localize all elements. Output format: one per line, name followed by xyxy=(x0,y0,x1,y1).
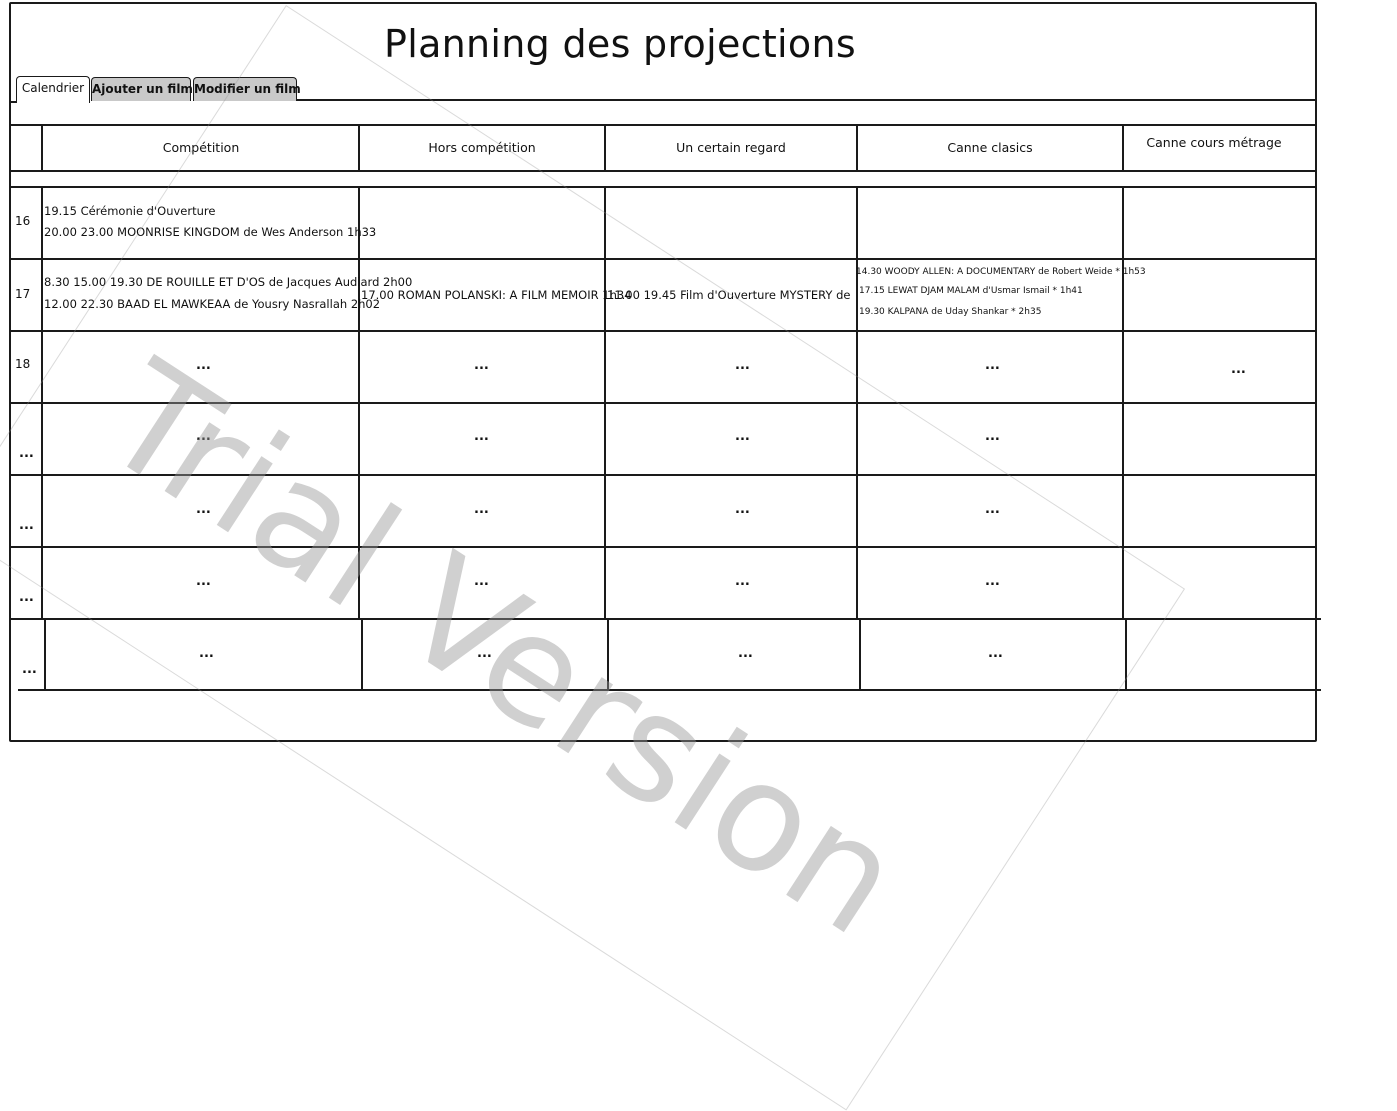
screening-entry[interactable]: 14.30 WOODY ALLEN: A DOCUMENTARY de Robe… xyxy=(856,267,1146,277)
column-divider xyxy=(859,618,861,690)
cell-placeholder[interactable]: ... xyxy=(988,646,1003,661)
column-divider xyxy=(41,186,43,618)
column-header-un-certain-regard[interactable]: Un certain regard xyxy=(606,140,856,155)
column-divider xyxy=(604,186,606,618)
cell-placeholder[interactable]: ... xyxy=(474,429,489,444)
row-day-17: 17 xyxy=(15,287,31,301)
cell-placeholder[interactable]: ... xyxy=(196,358,211,373)
cell-placeholder[interactable]: ... xyxy=(985,574,1000,589)
cell-placeholder[interactable]: ... xyxy=(196,429,211,444)
screening-entry[interactable]: 17.00 ROMAN POLANSKI: A FILM MEMOIR 1h34 xyxy=(361,288,632,302)
header-divider xyxy=(604,124,606,172)
header-divider xyxy=(1122,124,1124,172)
cell-placeholder[interactable]: ... xyxy=(196,574,211,589)
screening-entry[interactable]: 8.30 15.00 19.30 DE ROUILLE ET D'OS de J… xyxy=(44,275,412,289)
cell-placeholder[interactable]: ... xyxy=(985,358,1000,373)
cell-placeholder[interactable]: ... xyxy=(1231,362,1246,377)
tab-calendrier[interactable]: Calendrier xyxy=(16,76,90,103)
column-divider xyxy=(856,186,858,618)
screening-entry[interactable]: 19.15 Cérémonie d'Ouverture xyxy=(44,204,215,218)
column-divider xyxy=(44,618,46,690)
row-day-16: 16 xyxy=(15,214,31,228)
tab-ajouter-un-film[interactable]: Ajouter un film xyxy=(91,77,193,101)
page-title: Planning des projections xyxy=(384,22,856,66)
cell-placeholder[interactable]: ... xyxy=(199,646,214,661)
column-divider xyxy=(1122,186,1124,618)
cell-placeholder[interactable]: ... xyxy=(735,574,750,589)
cell-placeholder[interactable]: ... xyxy=(474,502,489,517)
tab-bar-line xyxy=(297,99,1317,101)
column-divider xyxy=(361,618,363,690)
row-day: ... xyxy=(22,662,37,677)
screening-entry[interactable]: 19.30 KALPANA de Uday Shankar * 2h35 xyxy=(859,307,1041,317)
row-day: ... xyxy=(19,590,34,605)
cell-placeholder[interactable]: ... xyxy=(477,646,492,661)
cell-placeholder[interactable]: ... xyxy=(474,358,489,373)
cell-placeholder[interactable]: ... xyxy=(196,502,211,517)
header-divider xyxy=(358,124,360,172)
cell-placeholder[interactable]: ... xyxy=(985,429,1000,444)
cell-placeholder[interactable]: ... xyxy=(735,429,750,444)
column-header-canne-clasics[interactable]: Canne clasics xyxy=(858,140,1122,155)
cell-placeholder[interactable]: ... xyxy=(474,574,489,589)
column-divider xyxy=(607,618,609,690)
tab-bar-line-left xyxy=(11,101,17,103)
header-divider xyxy=(41,124,43,172)
cell-placeholder[interactable]: ... xyxy=(735,502,750,517)
cell-placeholder[interactable]: ... xyxy=(738,646,753,661)
row-day: ... xyxy=(19,518,34,533)
column-divider xyxy=(1125,618,1127,690)
screening-entry[interactable]: 17.15 LEWAT DJAM MALAM d'Usmar Ismail * … xyxy=(859,286,1083,296)
cell-placeholder[interactable]: ... xyxy=(985,502,1000,517)
column-header-hors-competition[interactable]: Hors compétition xyxy=(360,140,604,155)
row-day-18: 18 xyxy=(15,357,31,371)
screening-entry[interactable]: 20.00 23.00 MOONRISE KINGDOM de Wes Ande… xyxy=(44,225,376,239)
row-day: ... xyxy=(19,446,34,461)
tab-modifier-un-film[interactable]: Modifier un film xyxy=(193,77,301,101)
screening-entry[interactable]: 11.00 19.45 Film d'Ouverture MYSTERY de … xyxy=(607,288,852,302)
column-header-competition[interactable]: Compétition xyxy=(43,140,359,155)
header-divider xyxy=(856,124,858,172)
cell-placeholder[interactable]: ... xyxy=(735,358,750,373)
column-divider xyxy=(358,186,360,618)
column-header-canne-cours-metrage[interactable]: Canne cours métrage xyxy=(1124,135,1304,150)
screening-entry[interactable]: 12.00 22.30 BAAD EL MAWKEAA de Yousry Na… xyxy=(44,297,380,311)
